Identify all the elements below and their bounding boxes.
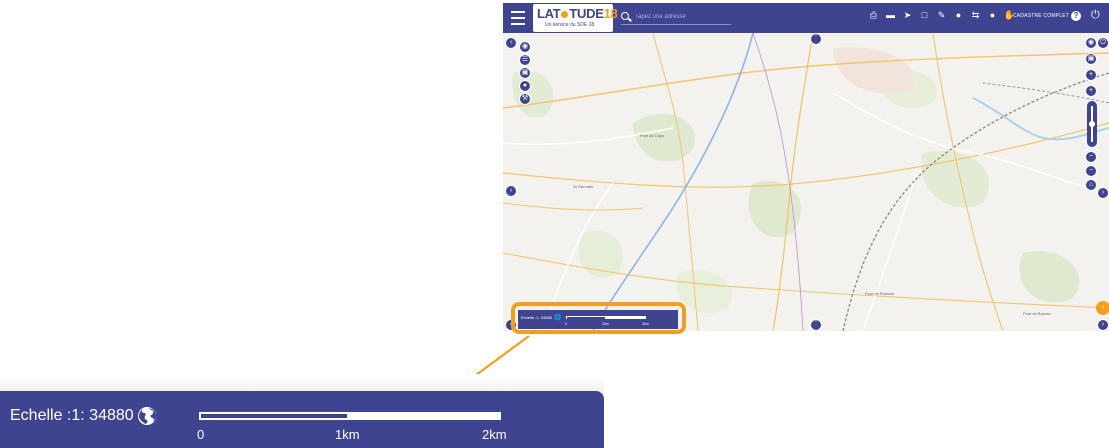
locate-icon[interactable]: ◉ bbox=[1085, 37, 1097, 49]
pan-up-icon[interactable]: ˆ bbox=[810, 33, 822, 45]
pan-bottom-right-icon[interactable]: › bbox=[1097, 319, 1109, 331]
location-pin-icon bbox=[561, 11, 569, 18]
compass-icon[interactable]: ◉ bbox=[519, 41, 531, 53]
zoom-slider-handle[interactable] bbox=[1089, 121, 1095, 127]
logo-wordmark: LAT TUDE18 bbox=[537, 6, 618, 21]
scale-panel-zoomed: Echelle :1: 34880 0 1km 2km bbox=[0, 391, 604, 448]
zoom-in-icon[interactable]: + bbox=[1085, 85, 1097, 97]
figure: LATTUDE18 Un service du SDE 18 ⎙ ▬ ➤ □ ✎… bbox=[0, 0, 1109, 448]
toolbar-icons: ⎙ ▬ ➤ □ ✎ ● ⇆ ● ✋ bbox=[869, 11, 1015, 20]
layers-icon[interactable]: □ bbox=[920, 11, 929, 20]
zoom-out-icon[interactable]: − bbox=[1085, 151, 1097, 163]
help-icon[interactable]: ? bbox=[1071, 11, 1081, 21]
search-icon[interactable] bbox=[621, 12, 629, 20]
pin-icon[interactable]: ● bbox=[988, 11, 997, 20]
home-icon[interactable]: ⌂ bbox=[1085, 179, 1097, 191]
scale-tick-label: 1km bbox=[335, 427, 360, 442]
scale-text: Echelle :1: 34880 bbox=[10, 407, 134, 425]
logo-subtitle: Un service du SDE 18 bbox=[545, 22, 595, 28]
scale-tick-label: 0 bbox=[197, 427, 205, 442]
place-label: Pont de Bourse bbox=[1023, 311, 1051, 316]
cursor-icon[interactable]: ➤ bbox=[903, 11, 912, 20]
zoom-out-icon[interactable]: − bbox=[1085, 165, 1097, 177]
scale-label: Echelle :1: bbox=[10, 407, 85, 424]
layers-list-icon[interactable]: ☰ bbox=[519, 54, 531, 66]
scale-value: 34880 bbox=[89, 407, 134, 424]
address-search[interactable] bbox=[621, 11, 731, 25]
cadastre-complet-button[interactable]: CADASTRE COMPLET bbox=[1013, 13, 1069, 19]
bucket-icon[interactable]: ● bbox=[954, 11, 963, 20]
fullscreen-icon[interactable]: ▣ bbox=[1085, 53, 1097, 65]
zoom-slider[interactable] bbox=[1087, 101, 1097, 147]
top-navigation-bar: LATTUDE18 Un service du SDE 18 ⎙ ▬ ➤ □ ✎… bbox=[503, 3, 1109, 33]
collapse-left-icon[interactable]: ‹ bbox=[505, 37, 517, 49]
pan-down-icon[interactable]: ˇ bbox=[810, 319, 822, 331]
wrench-icon[interactable]: ⚒ bbox=[519, 93, 531, 105]
scale-graduation-segment bbox=[201, 414, 347, 418]
place-label: Pont de Rouisse bbox=[865, 291, 895, 296]
collapse-panel-icon[interactable]: ‹ bbox=[1096, 301, 1109, 315]
hamburger-menu-icon[interactable] bbox=[511, 11, 525, 25]
pencil-icon[interactable]: ✎ bbox=[937, 11, 946, 20]
place-label: Pont du Caps bbox=[640, 133, 664, 138]
map-app-window: LATTUDE18 Un service du SDE 18 ⎙ ▬ ➤ □ ✎… bbox=[503, 3, 1109, 331]
share-icon[interactable]: ⇆ bbox=[971, 11, 980, 20]
globe-icon[interactable] bbox=[137, 406, 157, 426]
power-icon[interactable]: ⏻ bbox=[1091, 10, 1100, 21]
scale-highlight-box bbox=[511, 302, 686, 334]
place-label: St Germain bbox=[573, 184, 593, 189]
pan-left-icon[interactable]: ‹ bbox=[505, 185, 517, 197]
address-search-input[interactable] bbox=[635, 11, 731, 23]
scale-tick-label: 2km bbox=[482, 427, 507, 442]
print-icon[interactable]: ⎙ bbox=[869, 11, 878, 20]
scale-graduation-bar bbox=[199, 412, 501, 420]
info-icon[interactable]: ● bbox=[519, 80, 531, 92]
zoom-in-icon[interactable]: + bbox=[1085, 69, 1097, 81]
ruler-icon[interactable]: ▬ bbox=[886, 11, 895, 20]
power-map-icon[interactable]: ⏻ bbox=[1097, 37, 1109, 49]
pan-right-icon[interactable]: › bbox=[1097, 187, 1109, 199]
bookmark-icon[interactable]: ▣ bbox=[519, 67, 531, 79]
map-canvas[interactable]: Pont du Caps Pont de Bourse Pont de Roui… bbox=[503, 33, 1109, 331]
latitude18-logo[interactable]: LAT TUDE18 Un service du SDE 18 bbox=[533, 4, 618, 32]
